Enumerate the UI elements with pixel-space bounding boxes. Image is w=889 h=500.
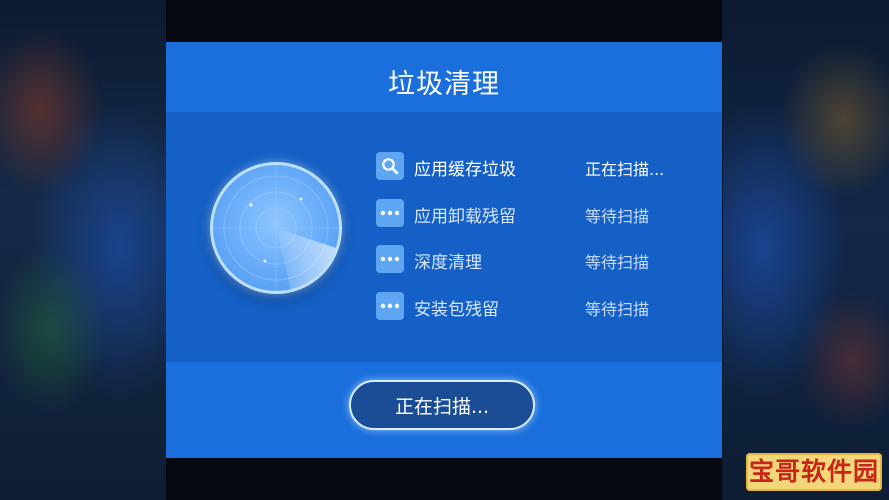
- scan-item-list: 应用缓存垃圾 正在扫描... 应用卸载残留 等待扫描 深度清理 等待扫描 安装包…: [376, 150, 706, 336]
- scan-item-label: 安装包残留: [414, 299, 499, 320]
- scan-content-panel: 应用缓存垃圾 正在扫描... 应用卸载残留 等待扫描 深度清理 等待扫描 安装包…: [166, 112, 722, 362]
- more-dots-icon: [376, 245, 404, 273]
- scan-item-status: 等待扫描: [585, 253, 650, 272]
- junk-cleanup-dialog: 垃圾清理 应用缓存垃圾 正在扫描... 应用卸载残留 等待扫描 深度清理 等待扫…: [166, 42, 722, 458]
- scan-item-status: 等待扫描: [585, 206, 650, 226]
- scan-item-deep-clean: 深度清理 等待扫描: [376, 243, 706, 290]
- dialog-title: 垃圾清理: [388, 69, 500, 100]
- scan-item-status: 正在扫描...: [585, 160, 665, 179]
- site-watermark: 宝哥软件园: [746, 453, 882, 491]
- scan-item-status: 等待扫描: [585, 299, 650, 319]
- scan-item-app-cache: 应用缓存垃圾 正在扫描...: [376, 150, 706, 197]
- bottom-letterbox-bar: [166, 458, 722, 500]
- more-dots-icon: [376, 291, 404, 320]
- scan-item-install-package-residue: 安装包残留 等待扫描: [376, 290, 706, 337]
- scan-item-uninstall-residue: 应用卸载残留 等待扫描: [376, 197, 706, 244]
- blurred-backdrop-right: [723, 0, 889, 500]
- blurred-backdrop-left: [0, 0, 166, 500]
- search-icon: [376, 152, 404, 180]
- scan-item-label: 深度清理: [414, 253, 482, 273]
- radar-scan-icon: [210, 162, 342, 294]
- scan-item-label: 应用缓存垃圾: [414, 160, 516, 180]
- top-letterbox-bar: [166, 0, 722, 42]
- scanning-button[interactable]: 正在扫描...: [349, 380, 535, 430]
- more-dots-icon: [376, 198, 404, 227]
- scan-item-label: 应用卸载残留: [414, 206, 516, 227]
